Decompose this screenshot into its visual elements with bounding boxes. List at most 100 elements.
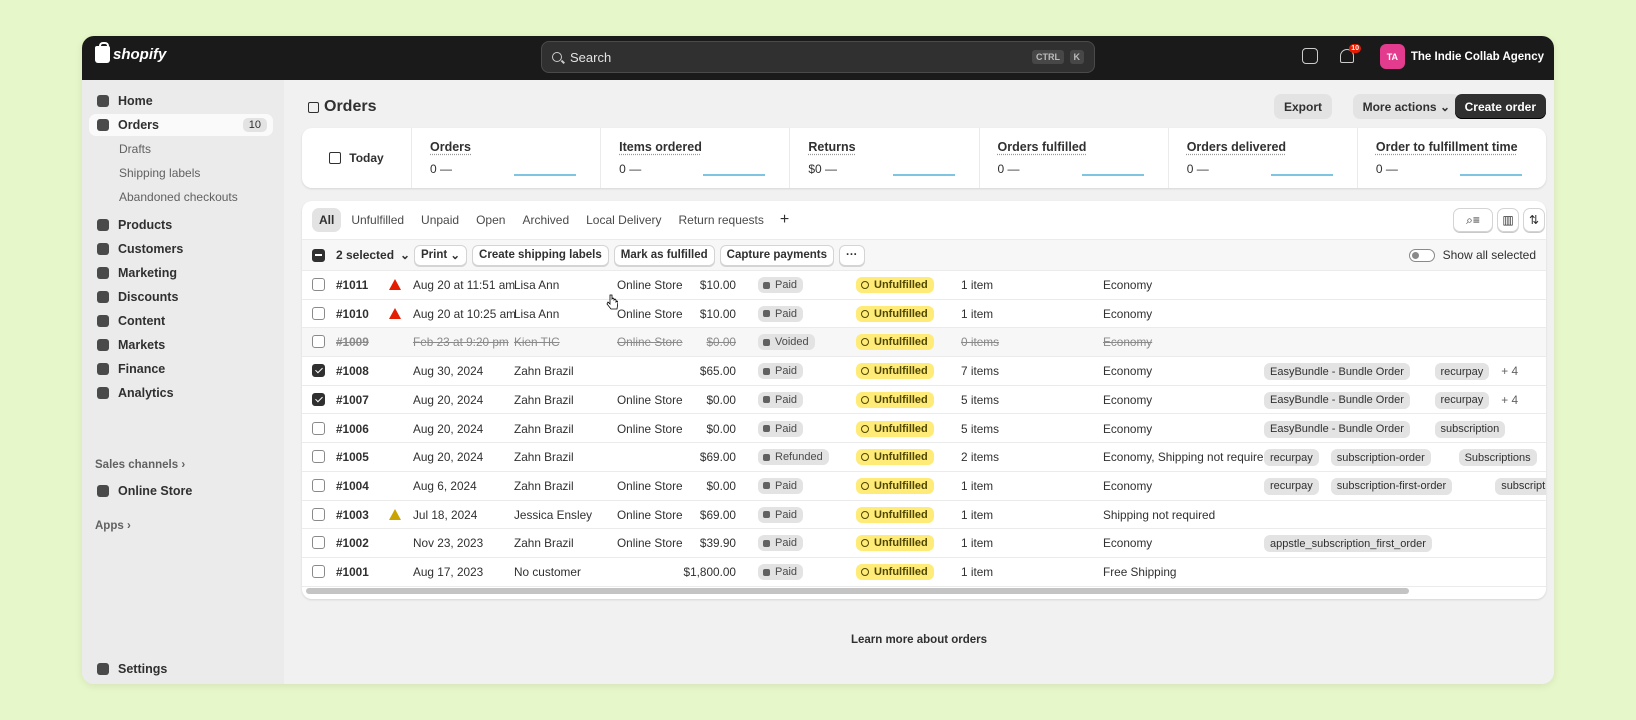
date-range-picker[interactable]: Today bbox=[302, 128, 412, 188]
horizontal-scrollbar[interactable] bbox=[306, 588, 1409, 594]
tab-return-requests[interactable]: Return requests bbox=[672, 208, 771, 232]
export-button[interactable]: Export bbox=[1273, 94, 1332, 119]
sidebar-item-home[interactable]: Home bbox=[89, 90, 273, 112]
order-number[interactable]: #1011 bbox=[336, 278, 368, 292]
order-number[interactable]: #1005 bbox=[336, 450, 369, 464]
search-bar[interactable]: Search CTRL K bbox=[541, 41, 1095, 73]
row-checkbox[interactable] bbox=[312, 421, 325, 435]
sidebar-item-analytics[interactable]: Analytics bbox=[89, 382, 273, 404]
row-checkbox[interactable] bbox=[312, 450, 325, 464]
sidebar-item-online-store[interactable]: Online Store bbox=[89, 480, 273, 502]
notifications-bell-icon[interactable]: 10 bbox=[1340, 44, 1361, 63]
more-actions-button[interactable]: More actions ⌄ bbox=[1352, 94, 1460, 119]
items-count[interactable]: 7 items bbox=[961, 364, 999, 378]
sidebar-item-discounts[interactable]: Discounts bbox=[89, 286, 273, 308]
apps-heading[interactable]: Apps › bbox=[95, 520, 131, 532]
row-checkbox[interactable] bbox=[312, 507, 325, 521]
chevron-down-icon: ⌄ bbox=[400, 248, 411, 262]
sidebar-item-marketing[interactable]: Marketing bbox=[89, 262, 273, 284]
table-row[interactable]: #1009 Feb 23 at 9:20 pm Kien TIC Online Sto… bbox=[302, 328, 1546, 358]
select-all-checkbox[interactable] bbox=[312, 248, 325, 262]
order-number[interactable]: #1010 bbox=[336, 307, 369, 321]
sidebar-item-abandoned-checkouts[interactable]: Abandoned checkouts bbox=[119, 190, 238, 204]
order-number[interactable]: #1008 bbox=[336, 364, 369, 378]
sidebar-item-settings[interactable]: Settings bbox=[89, 658, 273, 680]
table-row[interactable]: #1005 Aug 20, 2024 Zahn Brazil $69.00 Refund… bbox=[302, 443, 1546, 472]
sidebar-item-content[interactable]: Content bbox=[89, 310, 273, 332]
mark-as-fulfilled-button[interactable]: Mark as fulfilled bbox=[613, 244, 715, 266]
items-count[interactable]: 5 items bbox=[961, 393, 999, 407]
tab-open[interactable]: Open bbox=[469, 208, 512, 232]
sidebar-item-drafts[interactable]: Drafts bbox=[119, 142, 151, 156]
sidebar-item-markets[interactable]: Markets bbox=[89, 334, 273, 356]
order-number[interactable]: #1007 bbox=[336, 393, 369, 407]
more-tags-count[interactable]: + 4 bbox=[1501, 364, 1518, 378]
row-checkbox[interactable] bbox=[312, 278, 325, 291]
stat-orders[interactable]: Orders 0 — bbox=[412, 128, 602, 188]
search-filter-button[interactable]: ⌕≡ bbox=[1453, 208, 1493, 232]
tab-local-delivery[interactable]: Local Delivery bbox=[579, 208, 668, 232]
items-count[interactable]: 1 item bbox=[961, 278, 993, 292]
tab-all[interactable]: All bbox=[312, 208, 342, 232]
table-row[interactable]: #1008 Aug 30, 2024 Zahn Brazil $65.00 Paid Un… bbox=[302, 357, 1546, 386]
items-count[interactable]: 1 item bbox=[961, 479, 993, 493]
order-number[interactable]: #1002 bbox=[336, 536, 369, 550]
items-count[interactable]: 1 item bbox=[961, 536, 993, 550]
row-checkbox[interactable] bbox=[312, 364, 325, 378]
learn-more-link[interactable]: Learn more about orders bbox=[284, 634, 1554, 646]
sidekick-icon[interactable] bbox=[1302, 48, 1318, 64]
show-all-selected-toggle[interactable]: Show all selected bbox=[1408, 248, 1536, 262]
stat-orders-fulfilled[interactable]: Orders fulfilled 0 — bbox=[980, 128, 1169, 188]
items-count[interactable]: 5 items bbox=[961, 422, 999, 436]
stat-orders-delivered[interactable]: Orders delivered 0 — bbox=[1169, 128, 1358, 188]
items-count[interactable]: 2 items bbox=[961, 450, 999, 464]
order-number[interactable]: #1009 bbox=[336, 335, 369, 349]
sidebar-item-shipping-labels[interactable]: Shipping labels bbox=[119, 166, 200, 180]
create-shipping-labels-button[interactable]: Create shipping labels bbox=[472, 244, 609, 266]
order-number[interactable]: #1001 bbox=[336, 565, 369, 579]
stat-returns[interactable]: Returns $0 — bbox=[790, 128, 980, 188]
order-number[interactable]: #1006 bbox=[336, 422, 369, 436]
row-checkbox[interactable] bbox=[312, 306, 325, 320]
table-row[interactable]: #1004 Aug 6, 2024 Zahn Brazil Online Store $… bbox=[302, 472, 1546, 501]
selected-count-dropdown[interactable]: 2 selected ⌄ bbox=[336, 248, 414, 262]
table-row[interactable]: #1007 Aug 20, 2024 Zahn Brazil Online Store… bbox=[302, 386, 1546, 415]
shopify-logo[interactable]: shopify bbox=[95, 42, 166, 63]
table-row[interactable]: #1003 Jul 18, 2024 Jessica Ensley Online St… bbox=[302, 501, 1546, 530]
capture-payments-button[interactable]: Capture payments bbox=[719, 244, 835, 266]
stat-fulfillment-time[interactable]: Order to fulfillment time 0 — bbox=[1358, 128, 1546, 188]
row-checkbox[interactable] bbox=[312, 478, 325, 492]
print-button[interactable]: Print ⌄ bbox=[414, 244, 468, 266]
tab-unpaid[interactable]: Unpaid bbox=[414, 208, 466, 232]
tab-unfulfilled[interactable]: Unfulfilled bbox=[344, 208, 411, 232]
order-number[interactable]: #1004 bbox=[336, 479, 369, 493]
add-view-button[interactable]: + bbox=[780, 211, 789, 229]
items-count[interactable]: 1 item bbox=[961, 565, 993, 579]
tab-archived[interactable]: Archived bbox=[515, 208, 576, 232]
items-count[interactable]: 0 items bbox=[961, 335, 999, 349]
table-row[interactable]: #1006 Aug 20, 2024 Zahn Brazil Online Store… bbox=[302, 415, 1546, 444]
create-order-button[interactable]: Create order bbox=[1454, 94, 1546, 119]
row-checkbox[interactable] bbox=[312, 565, 325, 578]
row-checkbox[interactable] bbox=[312, 536, 325, 550]
columns-button[interactable]: ▥ bbox=[1497, 208, 1519, 232]
order-number[interactable]: #1003 bbox=[336, 508, 369, 522]
sort-button[interactable]: ⇅ bbox=[1523, 208, 1545, 232]
sidebar-item-orders[interactable]: Orders 10 bbox=[89, 114, 273, 136]
store-menu[interactable]: TA The Indie Collab Agency bbox=[1379, 44, 1544, 69]
table-row[interactable]: #1011 Aug 20 at 11:51 am Lisa Ann Online St… bbox=[302, 271, 1546, 300]
items-count[interactable]: 1 item bbox=[961, 508, 993, 522]
more-tags-count[interactable]: + 4 bbox=[1501, 393, 1518, 407]
more-actions-icon-button[interactable]: ··· bbox=[839, 244, 865, 266]
items-count[interactable]: 1 item bbox=[961, 307, 993, 321]
table-row[interactable]: #1010 Aug 20 at 10:25 am Lisa Ann Online St… bbox=[302, 300, 1546, 329]
sidebar-item-customers[interactable]: Customers bbox=[89, 238, 273, 260]
sales-channels-heading[interactable]: Sales channels › bbox=[95, 459, 185, 471]
sidebar-item-products[interactable]: Products bbox=[89, 214, 273, 236]
stat-items-ordered[interactable]: Items ordered 0 — bbox=[601, 128, 791, 188]
row-checkbox[interactable] bbox=[312, 392, 325, 406]
sidebar-item-finance[interactable]: Finance bbox=[89, 358, 273, 380]
table-row[interactable]: #1001 Aug 17, 2023 No customer $1,800.00 Pai… bbox=[302, 558, 1546, 587]
table-row[interactable]: #1002 Nov 23, 2023 Zahn Brazil Online Store… bbox=[302, 529, 1546, 558]
row-checkbox[interactable] bbox=[312, 335, 325, 349]
